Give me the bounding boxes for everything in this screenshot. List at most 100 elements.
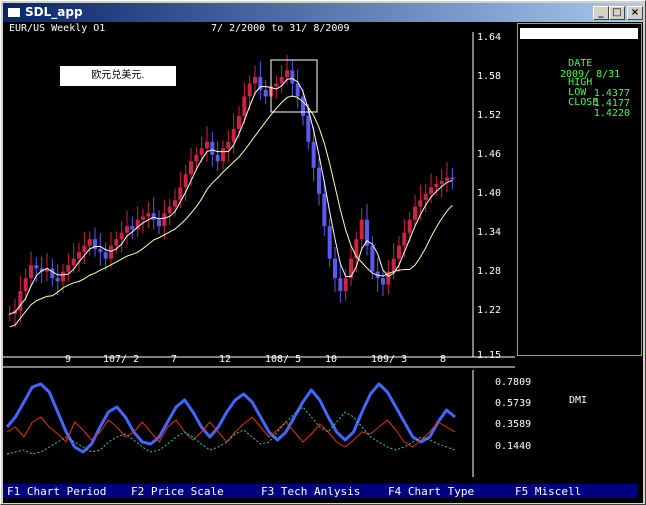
close-button[interactable]: × — [627, 6, 643, 20]
candle-body — [221, 148, 225, 162]
instrument-label: 欧元兑美元. — [60, 66, 176, 86]
candle-body — [130, 226, 135, 230]
time-tick-label: 12 — [219, 354, 232, 365]
candle-body — [173, 200, 177, 207]
candle-body — [263, 89, 268, 97]
chart-canvas[interactable]: EUR/US Weekly O1 7/ 2/2000 to 31/ 8/2009… — [3, 22, 643, 503]
candle-body — [413, 206, 417, 220]
candle-body — [333, 258, 337, 279]
time-tick-label: 107/ 2 — [103, 354, 140, 365]
candle-body — [274, 83, 279, 87]
candle-body — [194, 154, 199, 162]
price-tick-label: 1.22 — [477, 304, 502, 316]
candle-body — [450, 177, 455, 180]
app-window: SDL_app _ □ × EUR/US Weekly O1 7/ 2/2000… — [0, 0, 646, 505]
candle-body — [210, 141, 215, 155]
f2-price-scale-key[interactable]: F2 Price Scale — [131, 485, 224, 498]
candlestick-group — [7, 54, 455, 328]
info-close-row: CLOSE 1.4220 — [520, 86, 638, 130]
candle-body — [247, 83, 252, 97]
f3-tech-analysis-key[interactable]: F3 Tech Anlysis — [261, 485, 360, 498]
chart-title: EUR/US Weekly O1 — [9, 23, 106, 34]
price-tick-label: 1.15 — [477, 350, 502, 361]
candle-body — [151, 213, 156, 220]
minimize-button[interactable]: _ — [593, 6, 609, 20]
candle-body — [23, 278, 28, 292]
time-tick-label: 7 — [171, 354, 178, 365]
candle-body — [343, 278, 348, 292]
f4-chart-type-key[interactable]: F4 Chart Type — [388, 485, 474, 498]
candle-body — [215, 154, 220, 162]
candle-body — [119, 232, 124, 240]
candle-body — [189, 161, 193, 175]
candle-body — [402, 232, 407, 246]
candle-body — [237, 115, 241, 129]
app-icon — [7, 7, 21, 18]
candle-body — [407, 219, 412, 233]
info-panel-header-bar — [520, 28, 638, 39]
candle-body — [55, 278, 60, 282]
candle-body — [327, 226, 332, 259]
candle-body — [167, 206, 172, 214]
candle-body — [285, 70, 289, 77]
candle-body — [82, 245, 87, 253]
candle-body — [434, 184, 439, 188]
candle-body — [162, 213, 167, 227]
candle-body — [397, 245, 401, 259]
minus-di-line — [6, 416, 456, 448]
osc-tick-label: 0.1440 — [495, 440, 532, 452]
time-tick-label: 109/ 3 — [371, 354, 408, 365]
candle-body — [311, 141, 316, 168]
moving-average-group — [9, 78, 453, 328]
candle-body — [114, 239, 119, 246]
maximize-button[interactable]: □ — [609, 6, 625, 20]
price-tick-label: 1.64 — [477, 32, 502, 43]
oscillator-label: DMI — [569, 395, 588, 406]
adx-line — [5, 382, 456, 454]
candle-body — [391, 258, 396, 272]
candle-body — [7, 313, 12, 316]
function-key-bar: F1 Chart Period F2 Price Scale F3 Tech A… — [3, 484, 637, 498]
price-tick-label: 1.40 — [477, 187, 502, 199]
info-panel: DATE 2009/ 8/31 HIGH 1.4377 LOW 1.4177 C… — [517, 23, 642, 356]
candle-body — [199, 148, 204, 155]
candle-body — [439, 180, 444, 185]
candle-body — [322, 193, 327, 227]
price-tick-label: 1.28 — [477, 265, 502, 277]
candle-body — [50, 268, 55, 279]
candle-body — [87, 239, 92, 246]
candle-body — [370, 245, 375, 272]
candle-body — [125, 226, 129, 233]
f1-chart-period-key[interactable]: F1 Chart Period — [7, 485, 106, 498]
chart-date-range: 7/ 2/2000 to 31/ 8/2009 — [211, 23, 350, 34]
candle-body — [231, 128, 236, 142]
candle-body — [242, 96, 247, 116]
candle-body — [103, 252, 108, 259]
candle-body — [253, 76, 257, 84]
close-value: 1.4220 — [593, 108, 630, 119]
candle-body — [77, 252, 81, 259]
osc-tick-label: 0.3589 — [495, 419, 532, 431]
price-tick-label: 1.58 — [477, 70, 502, 82]
price-tick-label: 1.46 — [477, 148, 502, 160]
candle-body — [146, 213, 151, 217]
candle-body — [141, 216, 145, 220]
candle-body — [205, 141, 209, 149]
title-bar[interactable]: SDL_app _ □ × — [3, 3, 643, 22]
candle-body — [71, 258, 76, 266]
candle-body — [423, 193, 428, 201]
candle-body — [98, 248, 103, 253]
time-tick-label: 10 — [325, 354, 338, 365]
f5-misc-key[interactable]: F5 Miscell — [515, 485, 581, 498]
fast-moving-average-line — [9, 78, 453, 315]
time-tick-label: 108/ 5 — [265, 354, 302, 365]
candle-body — [381, 278, 385, 285]
price-tick-label: 1.52 — [477, 109, 502, 121]
candle-body — [290, 70, 295, 84]
candle-body — [359, 219, 364, 240]
candle-body — [445, 177, 449, 181]
candle-body — [183, 174, 188, 188]
slow-moving-average-line — [9, 95, 453, 328]
candle-body — [301, 96, 305, 116]
candle-body — [317, 167, 321, 194]
